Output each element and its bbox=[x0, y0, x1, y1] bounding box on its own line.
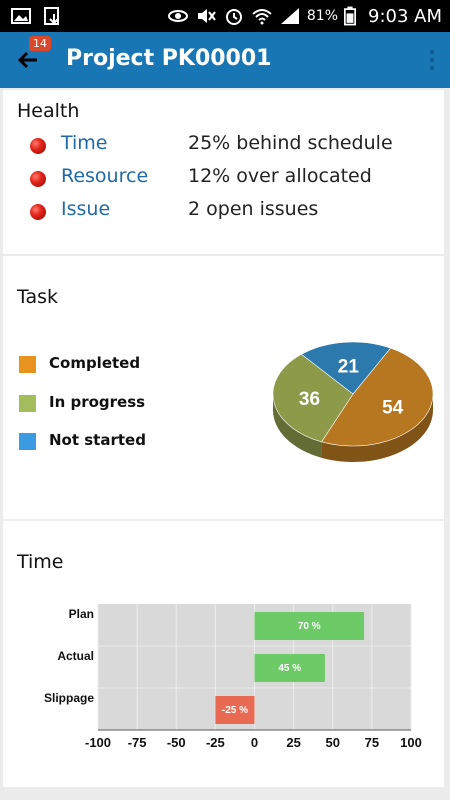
status-dot-icon bbox=[30, 204, 46, 220]
task-pie-chart: 54 36 21 bbox=[272, 341, 434, 462]
bar-value-label: 70 % bbox=[298, 621, 321, 632]
mute-icon bbox=[197, 9, 216, 23]
health-item-resource: Resource 12% over allocated bbox=[3, 163, 444, 193]
dot-icon bbox=[430, 58, 434, 62]
legend-swatch bbox=[19, 395, 36, 412]
health-item-time: Time 25% behind schedule bbox=[3, 130, 444, 160]
health-label[interactable]: Resource bbox=[61, 165, 148, 187]
battery-icon bbox=[344, 6, 356, 26]
page-title: Project PK00001 bbox=[66, 46, 272, 71]
image-icon bbox=[11, 8, 31, 24]
x-tick-label: -25 bbox=[206, 735, 225, 750]
signal-icon bbox=[280, 8, 299, 24]
time-bar-chart: Plan 70 % Actual 45 % Slippage -25 % -100 -75 -5… bbox=[44, 604, 422, 750]
category-label: Slippage bbox=[44, 691, 94, 705]
pie-slice-label: 21 bbox=[338, 357, 360, 378]
health-card: Health Time 25% behind schedule Resource… bbox=[3, 90, 444, 254]
status-dot-icon bbox=[30, 171, 46, 187]
x-tick-label: 100 bbox=[400, 735, 422, 750]
x-tick-label: -75 bbox=[128, 735, 147, 750]
health-value: 25% behind schedule bbox=[188, 132, 393, 154]
status-dot-icon bbox=[30, 138, 46, 154]
arrow-left-icon bbox=[17, 51, 37, 69]
x-tick-label: -50 bbox=[167, 735, 186, 750]
health-label[interactable]: Issue bbox=[61, 198, 110, 220]
pie-slice-label: 54 bbox=[382, 397, 404, 418]
dot-icon bbox=[430, 66, 434, 70]
dot-icon bbox=[430, 50, 434, 54]
legend-swatch bbox=[19, 433, 36, 450]
overflow-menu-button[interactable] bbox=[426, 46, 438, 74]
health-value: 12% over allocated bbox=[188, 165, 372, 187]
clock: 9:03 AM bbox=[368, 5, 442, 27]
legend-label: Completed bbox=[49, 354, 141, 372]
battery-percent: 81% bbox=[306, 8, 338, 24]
task-title: Task bbox=[17, 286, 59, 308]
status-bar: 81% 9:03 AM bbox=[0, 0, 450, 32]
bar-value-label: 45 % bbox=[278, 663, 301, 674]
time-title: Time bbox=[17, 551, 64, 573]
download-icon bbox=[44, 7, 59, 25]
x-tick-label: 50 bbox=[326, 735, 340, 750]
legend-swatch bbox=[19, 356, 36, 373]
x-tick-label: 25 bbox=[286, 735, 300, 750]
wifi-icon bbox=[252, 9, 272, 25]
health-label[interactable]: Time bbox=[61, 132, 108, 154]
bar-value-label: -25 % bbox=[222, 705, 248, 716]
pie-slice-label: 36 bbox=[299, 389, 320, 410]
category-label: Plan bbox=[69, 607, 94, 621]
x-tick-label: 75 bbox=[365, 735, 379, 750]
time-card: Time Plan 70 % Actual 45 % Slippage -25 % -100… bbox=[3, 521, 444, 787]
alarm-icon bbox=[225, 9, 242, 25]
eye-icon bbox=[167, 10, 188, 22]
category-label: Actual bbox=[57, 649, 94, 663]
x-tick-label: -100 bbox=[85, 735, 111, 750]
health-value: 2 open issues bbox=[188, 198, 319, 220]
task-card: Task Completed In progress Not started 5… bbox=[3, 256, 444, 519]
app-bar: 14 Project PK00001 bbox=[0, 32, 450, 88]
notification-badge: 14 bbox=[29, 36, 51, 51]
health-title: Health bbox=[17, 100, 80, 122]
legend-label: Not started bbox=[49, 431, 146, 449]
legend-label: In progress bbox=[49, 393, 146, 411]
health-item-issue: Issue 2 open issues bbox=[3, 196, 444, 226]
x-tick-label: 0 bbox=[251, 735, 258, 750]
